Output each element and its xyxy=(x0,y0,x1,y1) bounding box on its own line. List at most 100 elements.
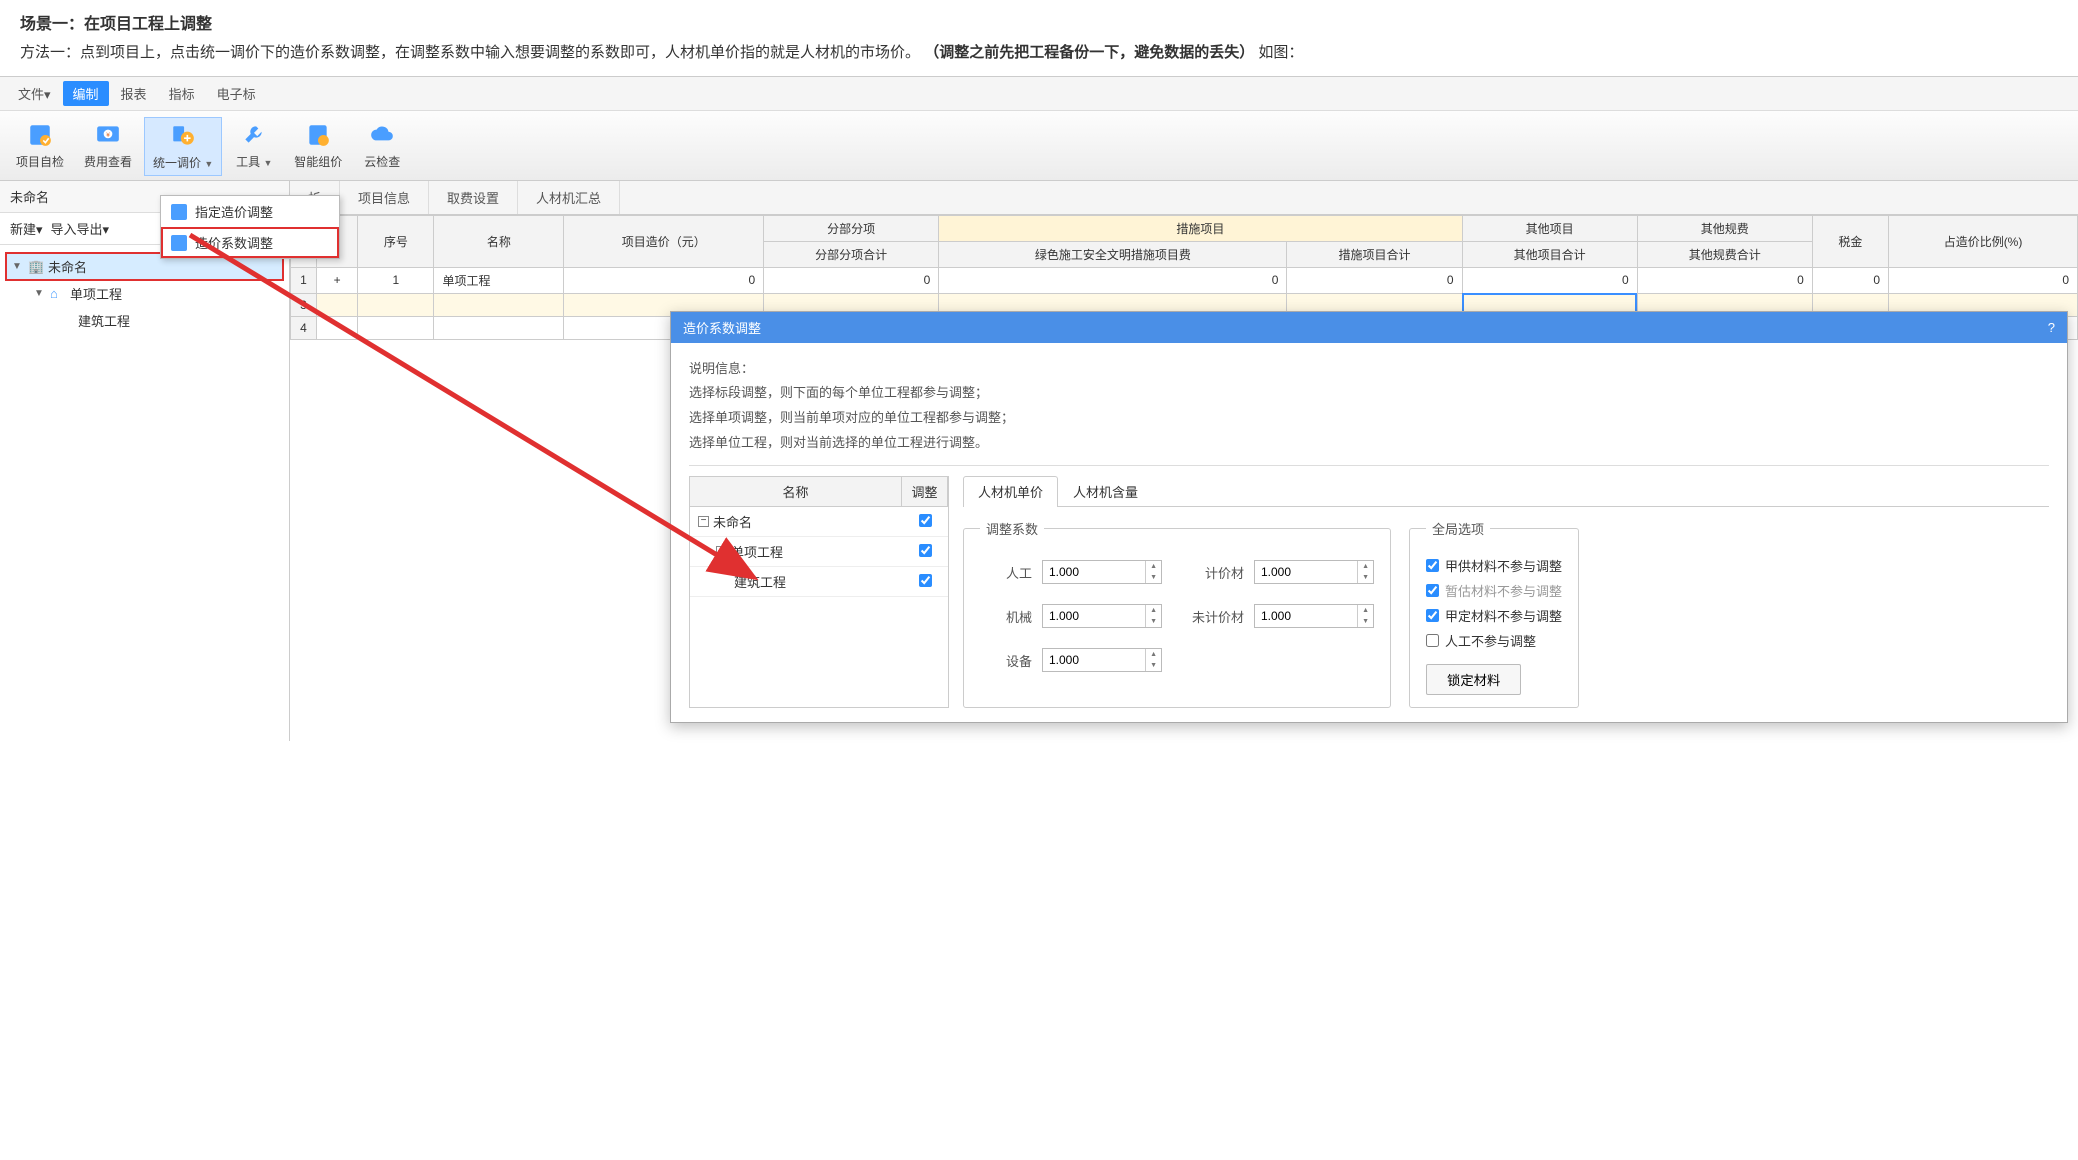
global-opt-label: 甲定材料不参与调整 xyxy=(1445,606,1562,625)
info-label: 说明信息： xyxy=(689,357,2049,382)
tool-label: 统一调价 ▼ xyxy=(153,154,213,171)
menu-2[interactable]: 报表 xyxy=(111,81,157,106)
adjust-dropdown: 指定造价调整造价系数调整 xyxy=(160,195,340,259)
caret-icon: ▼ xyxy=(34,288,46,299)
cell-value[interactable]: 0 xyxy=(1889,267,2078,293)
dropdown-item[interactable]: 造价系数调整 xyxy=(161,227,339,258)
cell-value[interactable]: 0 xyxy=(764,267,939,293)
menu-1[interactable]: 编制 xyxy=(63,81,109,106)
grid-row[interactable]: 1+1单项工程00000000 xyxy=(291,267,2078,293)
content-tab[interactable]: 取费设置 xyxy=(429,181,518,214)
expand-toggle[interactable] xyxy=(317,293,358,316)
tool-cloud[interactable]: 云检查 xyxy=(354,117,410,174)
toolbar: 项目自检¥费用查看统一调价 ▼ 工具 ▼智能组价云检查 xyxy=(0,111,2078,181)
tree-node[interactable]: 建筑工程 xyxy=(56,307,283,334)
coef-input[interactable] xyxy=(1255,565,1357,579)
dlg-tree-row[interactable]: −未命名 xyxy=(690,507,948,537)
global-checkbox[interactable] xyxy=(1426,634,1439,647)
spin-down-icon[interactable]: ▼ xyxy=(1146,572,1161,583)
global-checkbox[interactable] xyxy=(1426,609,1439,622)
spin-up-icon[interactable]: ▲ xyxy=(1146,605,1161,616)
tool-money-view[interactable]: ¥费用查看 xyxy=(76,117,140,174)
dialog-inner-tabs: 人材机单价人材机含量 xyxy=(963,476,2049,507)
tool-adjust[interactable]: 统一调价 ▼ xyxy=(144,117,222,176)
spin-up-icon[interactable]: ▲ xyxy=(1146,561,1161,572)
spin-down-icon[interactable]: ▼ xyxy=(1358,572,1373,583)
grid-col: 分部分项 xyxy=(764,215,939,241)
global-option[interactable]: 甲定材料不参与调整 xyxy=(1426,606,1562,625)
cell-value[interactable]: 0 xyxy=(564,267,764,293)
grid-col: 项目造价（元） xyxy=(564,215,764,267)
cell-seq xyxy=(358,293,434,316)
cell-value[interactable]: 0 xyxy=(1462,267,1637,293)
cell-value[interactable]: 0 xyxy=(1287,267,1462,293)
tool-smart[interactable]: 智能组价 xyxy=(286,117,350,174)
spin-down-icon[interactable]: ▼ xyxy=(1146,660,1161,671)
global-option[interactable]: 甲供材料不参与调整 xyxy=(1426,556,1562,575)
cell-value[interactable]: 0 xyxy=(939,267,1287,293)
content-tab[interactable]: 人材机汇总 xyxy=(518,181,620,214)
dlg-tree-col-adjust: 调整 xyxy=(902,477,948,506)
spin-up-icon[interactable]: ▲ xyxy=(1358,561,1373,572)
coef-label: 未计价材 xyxy=(1192,607,1244,626)
spin-down-icon[interactable]: ▼ xyxy=(1358,616,1373,627)
spin-up-icon[interactable]: ▲ xyxy=(1358,605,1373,616)
menu-0[interactable]: 文件▾ xyxy=(8,81,61,106)
spin-up-icon[interactable]: ▲ xyxy=(1146,649,1161,660)
dialog-help-icon[interactable]: ? xyxy=(2048,320,2055,335)
dlg-inner-tab[interactable]: 人材机单价 xyxy=(963,476,1058,507)
coef-spinner[interactable]: ▲▼ xyxy=(1042,604,1162,628)
content-tab[interactable]: 项目信息 xyxy=(340,181,429,214)
adjust-checkbox[interactable] xyxy=(919,514,932,527)
adjust-checkbox[interactable] xyxy=(919,574,932,587)
dialog-tree: 名称 调整 −未命名−单项工程建筑工程 xyxy=(689,476,949,708)
coef-input[interactable] xyxy=(1043,653,1145,667)
money-view-icon: ¥ xyxy=(94,121,122,149)
coef-input[interactable] xyxy=(1043,565,1145,579)
coef-spinner[interactable]: ▲▼ xyxy=(1254,604,1374,628)
coef-row: 计价材▲▼ xyxy=(1192,560,1374,584)
collapse-icon[interactable]: − xyxy=(716,546,727,557)
global-checkbox[interactable] xyxy=(1426,559,1439,572)
tool-icon xyxy=(240,121,268,149)
coef-spinner[interactable]: ▲▼ xyxy=(1042,648,1162,672)
left-action[interactable]: 新建▾ xyxy=(10,219,43,238)
spin-down-icon[interactable]: ▼ xyxy=(1146,616,1161,627)
tree-node[interactable]: ▼⌂单项工程 xyxy=(28,280,283,307)
menu-4[interactable]: 电子标 xyxy=(207,81,266,106)
expand-toggle[interactable] xyxy=(317,316,358,339)
list-icon xyxy=(171,235,187,251)
app-window: 文件▾编制报表指标电子标 项目自检¥费用查看统一调价 ▼工具 ▼智能组价云检查 … xyxy=(0,76,2078,741)
global-checkbox[interactable] xyxy=(1426,584,1439,597)
collapse-icon[interactable]: − xyxy=(698,516,709,527)
coef-input[interactable] xyxy=(1255,609,1357,623)
doc-method-text: 方法一：点到项目上，点击统一调价下的造价系数调整，在调整系数中输入想要调整的系数… xyxy=(20,44,920,61)
dropdown-item[interactable]: 指定造价调整 xyxy=(161,196,339,227)
global-option[interactable]: 人工不参与调整 xyxy=(1426,631,1562,650)
cloud-icon xyxy=(368,121,396,149)
dlg-tree-row[interactable]: 建筑工程 xyxy=(690,567,948,597)
coef-label: 人工 xyxy=(980,563,1032,582)
global-opt-label: 人工不参与调整 xyxy=(1445,631,1536,650)
tree-label: 单项工程 xyxy=(70,284,122,303)
adjust-checkbox[interactable] xyxy=(919,544,932,557)
dlg-inner-tab[interactable]: 人材机含量 xyxy=(1058,476,1153,506)
coef-input[interactable] xyxy=(1043,609,1145,623)
tool-tool[interactable]: 工具 ▼ xyxy=(226,117,282,174)
left-action[interactable]: 导入导出▾ xyxy=(51,219,110,238)
dropdown-label: 指定造价调整 xyxy=(195,202,273,221)
expand-toggle[interactable]: + xyxy=(317,267,358,293)
dlg-tree-row[interactable]: −单项工程 xyxy=(690,537,948,567)
coef-row: 设备▲▼ xyxy=(980,648,1162,672)
lock-material-button[interactable]: 锁定材料 xyxy=(1426,664,1521,695)
tool-list-check[interactable]: 项目自检 xyxy=(8,117,72,174)
coef-spinner[interactable]: ▲▼ xyxy=(1254,560,1374,584)
menu-3[interactable]: 指标 xyxy=(159,81,205,106)
cell-value[interactable]: 0 xyxy=(1637,267,1812,293)
global-option[interactable]: 暂估材料不参与调整 xyxy=(1426,581,1562,600)
coef-row: 机械▲▼ xyxy=(980,604,1162,628)
cell-name: 单项工程 xyxy=(434,267,564,293)
cell-value[interactable]: 0 xyxy=(1812,267,1888,293)
grid-subcol: 绿色施工安全文明措施项目费 xyxy=(939,241,1287,267)
coef-spinner[interactable]: ▲▼ xyxy=(1042,560,1162,584)
